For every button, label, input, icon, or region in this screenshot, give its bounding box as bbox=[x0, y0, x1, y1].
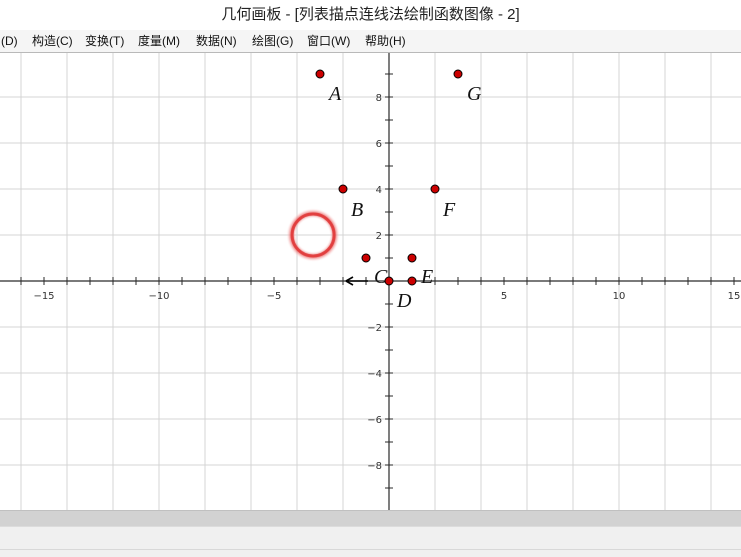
coordinate-plane[interactable]: −15 −10 −5 5 10 15 −8 −6 −4 −2 2 4 6 8 A B CDE F G bbox=[0, 53, 741, 510]
menu-item-construct[interactable]: 构造(C) bbox=[32, 30, 73, 52]
point-label-g: G bbox=[467, 83, 482, 105]
menu-item-transform[interactable]: 变换(T) bbox=[85, 30, 124, 52]
x-tick-label: −10 bbox=[148, 291, 169, 302]
x-tick-label: −5 bbox=[267, 291, 282, 302]
highlight-ring bbox=[286, 208, 341, 262]
point-f[interactable] bbox=[430, 184, 440, 194]
x-tick-label: 15 bbox=[728, 291, 741, 302]
plotted-points[interactable]: A B CDE F G bbox=[315, 69, 482, 312]
y-tick-label: −2 bbox=[367, 323, 382, 334]
status-bar-divider bbox=[0, 549, 741, 550]
point-c[interactable] bbox=[361, 253, 371, 263]
cursor-highlight bbox=[286, 208, 341, 262]
point-label-a: A bbox=[327, 83, 342, 105]
x-tick-label: −15 bbox=[33, 291, 54, 302]
point-a[interactable] bbox=[315, 69, 325, 79]
point-b[interactable] bbox=[338, 184, 348, 194]
menu-item-window[interactable]: 窗口(W) bbox=[307, 30, 350, 52]
horizontal-scrollbar[interactable] bbox=[0, 510, 741, 526]
menu-item-help[interactable]: 帮助(H) bbox=[365, 30, 406, 52]
menu-item-graph[interactable]: 绘图(G) bbox=[252, 30, 293, 52]
point-label-b: B bbox=[351, 199, 363, 221]
y-tick-label: 8 bbox=[376, 93, 382, 104]
point-label-d: D bbox=[396, 290, 412, 312]
axes bbox=[0, 53, 741, 510]
point-label-e: E bbox=[420, 266, 433, 288]
y-tick-label: 6 bbox=[376, 139, 382, 150]
y-tick-label: −4 bbox=[367, 369, 382, 380]
drag-arrow-icon bbox=[345, 276, 368, 286]
point-e[interactable] bbox=[407, 253, 417, 263]
window-title: 几何画板 - [列表描点连线法绘制函数图像 - 2] bbox=[221, 6, 520, 23]
point-unlabeled[interactable] bbox=[407, 276, 417, 286]
point-d[interactable] bbox=[384, 276, 394, 286]
y-tick-label: 4 bbox=[376, 185, 382, 196]
x-tick-label: 5 bbox=[501, 291, 507, 302]
point-label-f: F bbox=[442, 199, 456, 221]
y-tick-label: 2 bbox=[376, 231, 382, 242]
status-bar bbox=[0, 526, 741, 557]
menu-item-display[interactable]: (D) bbox=[1, 30, 18, 52]
window-title-bar: 几何画板 - [列表描点连线法绘制函数图像 - 2] bbox=[0, 0, 741, 30]
y-tick-label: −8 bbox=[367, 461, 382, 472]
sketch-canvas-area[interactable]: −15 −10 −5 5 10 15 −8 −6 −4 −2 2 4 6 8 A B CDE F G bbox=[0, 53, 741, 510]
menu-bar: (D) 构造(C) 变换(T) 度量(M) 数据(N) 绘图(G) 窗口(W) … bbox=[0, 30, 741, 53]
point-label-c: C bbox=[374, 266, 388, 288]
menu-item-measure[interactable]: 度量(M) bbox=[138, 30, 180, 52]
x-tick-label: 10 bbox=[613, 291, 626, 302]
menu-item-data[interactable]: 数据(N) bbox=[196, 30, 237, 52]
y-tick-label: −6 bbox=[367, 415, 382, 426]
point-g[interactable] bbox=[453, 69, 463, 79]
